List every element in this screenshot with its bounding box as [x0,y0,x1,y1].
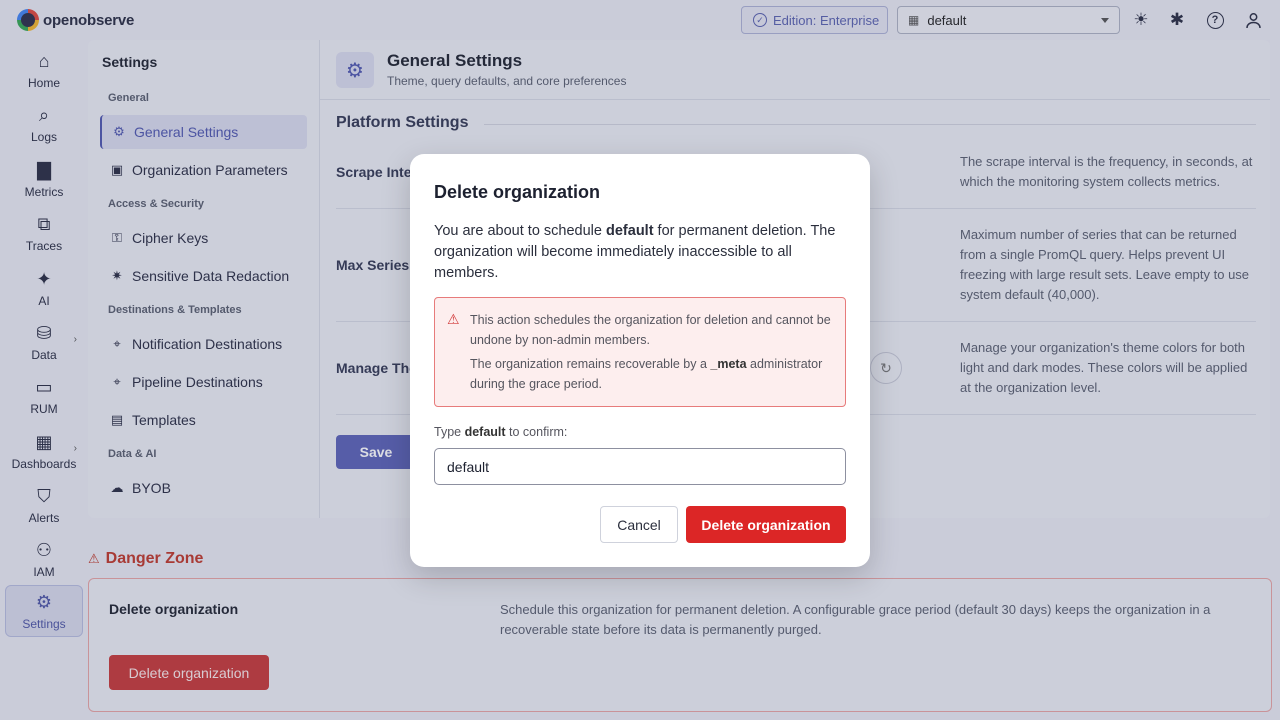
warning-line-2: The organization remains recoverable by … [470,354,835,394]
warning-line-2-bold: _meta [710,357,747,371]
delete-org-dialog: Delete organization You are about to sch… [410,154,870,567]
confirm-prefix: Type [434,425,465,439]
cancel-button[interactable]: Cancel [600,506,678,543]
confirm-bold: default [464,425,506,439]
warning-text: This action schedules the organization f… [470,310,835,394]
warning-banner: ⚠ This action schedules the organization… [434,297,846,407]
warning-icon: ⚠ [447,311,460,327]
confirm-input[interactable] [434,448,846,485]
delete-organization-button[interactable]: Delete organization [686,506,846,543]
body-org-name: default [606,223,654,239]
confirm-suffix: to confirm: [505,425,568,439]
dialog-body: You are about to schedule default for pe… [434,221,846,284]
body-prefix: You are about to schedule [434,223,606,239]
dialog-title: Delete organization [434,182,601,202]
confirm-label: Type default to confirm: [434,425,567,439]
warning-line-1: This action schedules the organization f… [470,313,831,347]
warning-line-2-prefix: The organization remains recoverable by … [470,357,711,371]
